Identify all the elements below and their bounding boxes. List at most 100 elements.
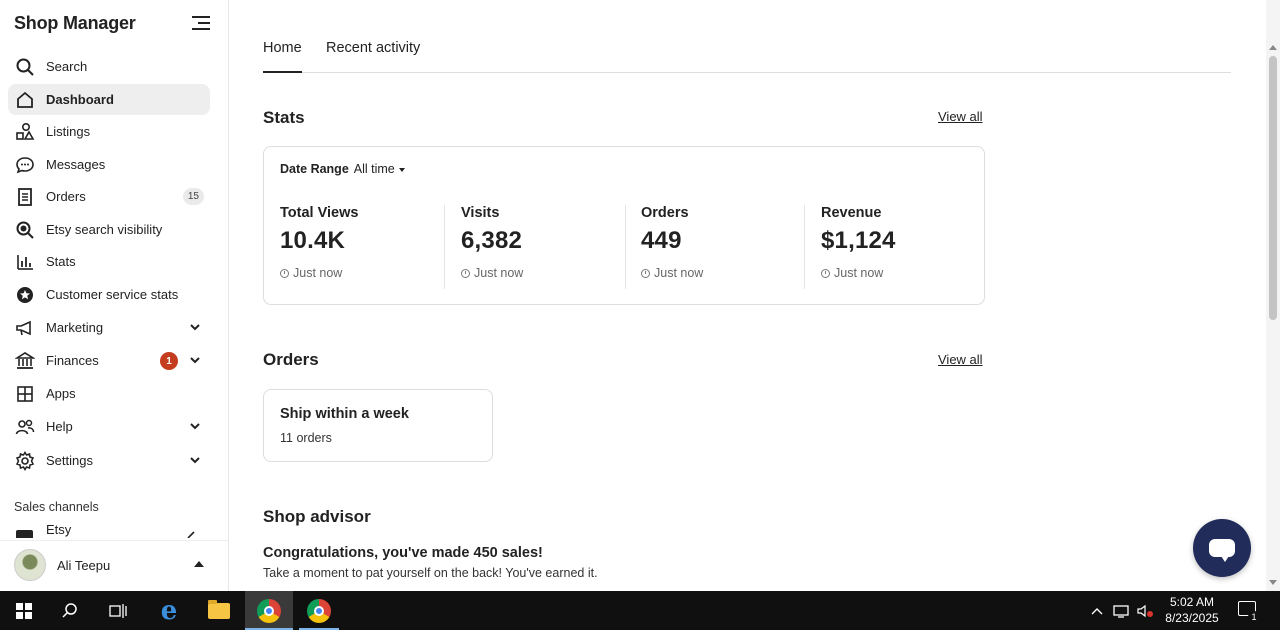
taskbar-edge[interactable]: e — [145, 591, 193, 630]
people-icon — [15, 417, 35, 437]
metric-value: 6,382 — [461, 227, 523, 254]
metric-value: $1,124 — [821, 227, 896, 254]
stats-heading: Stats — [263, 108, 305, 127]
sidebar-item-stats[interactable]: Stats — [8, 246, 210, 277]
tab-recent-activity[interactable]: Recent activity — [326, 40, 420, 73]
taskbar: e 5:02 AM 8/23/2025 1 — [0, 591, 1280, 630]
sidebar-item-search[interactable]: Search — [8, 51, 210, 82]
sidebar-item-apps[interactable]: Apps — [8, 378, 210, 409]
sidebar-item-customer-service-stats[interactable]: Customer service stats — [8, 279, 210, 310]
user-menu[interactable]: Ali Teepu — [0, 540, 228, 588]
sales-channels-heading: Sales channels — [14, 500, 99, 514]
chevron-down-icon[interactable] — [189, 420, 201, 432]
scroll-down-arrow-icon[interactable] — [1269, 580, 1277, 585]
main-content: Home Recent activity Stats View all Date… — [229, 0, 1266, 591]
clock-icon — [641, 268, 650, 278]
chrome-icon — [307, 598, 331, 623]
avatar — [14, 549, 46, 581]
page-scrollbar[interactable] — [1266, 0, 1280, 591]
taskbar-search-button[interactable] — [46, 591, 94, 630]
metric-orders[interactable]: Orders 449 Just now — [641, 205, 703, 289]
home-icon — [15, 90, 35, 110]
scroll-up-arrow-icon[interactable] — [1269, 45, 1277, 50]
megaphone-icon — [15, 318, 35, 338]
edge-browser-icon: e — [160, 595, 178, 626]
sidebar: Shop Manager Search Dashboard Listings M… — [0, 0, 229, 591]
search-icon — [62, 602, 77, 618]
sidebar-item-search-visibility[interactable]: Etsy search visibility — [8, 214, 210, 245]
start-button[interactable] — [0, 591, 48, 630]
caret-up-icon — [194, 561, 204, 567]
tab-home[interactable]: Home — [263, 40, 302, 73]
volume-muted-icon[interactable] — [1134, 591, 1156, 630]
stats-card: Date Range All time Total Views 10.4K Jus… — [263, 146, 985, 305]
channel-label: Etsy — [46, 522, 72, 537]
sidebar-header: Shop Manager — [14, 13, 214, 35]
divider — [625, 205, 626, 289]
taskbar-chrome-active[interactable] — [245, 591, 293, 630]
bank-icon — [15, 351, 35, 371]
edit-icon[interactable] — [186, 530, 196, 538]
taskbar-chrome-profile[interactable] — [295, 591, 343, 630]
scrollbar-thumb[interactable] — [1269, 56, 1277, 320]
metric-revenue[interactable]: Revenue $1,124 Just now — [821, 205, 896, 289]
sidebar-item-label: Finances — [46, 353, 99, 368]
advisor-headline: Congratulations, you've made 450 sales! — [263, 545, 543, 561]
chrome-icon — [257, 598, 281, 623]
folder-icon — [208, 599, 230, 619]
tray-overflow-icon[interactable] — [1088, 591, 1106, 630]
metric-updated: Just now — [821, 266, 896, 280]
clock-icon — [280, 268, 289, 278]
chevron-down-icon[interactable] — [189, 354, 201, 366]
card-title: Ship within a week — [280, 406, 409, 422]
chevron-down-icon[interactable] — [189, 321, 201, 333]
shapes-icon — [15, 122, 35, 142]
metric-updated: Just now — [280, 266, 358, 280]
system-clock[interactable]: 5:02 AM 8/23/2025 — [1155, 594, 1229, 626]
sidebar-item-orders[interactable]: Orders 15 — [8, 181, 210, 212]
sidebar-item-finances[interactable]: Finances 1 — [8, 345, 210, 376]
divider — [444, 205, 445, 289]
user-name: Ali Teepu — [57, 558, 111, 573]
sales-channel-etsy[interactable]: Etsy — [14, 520, 210, 538]
gear-icon — [15, 450, 35, 471]
chat-button[interactable] — [1193, 519, 1251, 577]
star-badge-icon — [15, 285, 35, 305]
sidebar-item-help[interactable]: Help — [8, 411, 210, 442]
chevron-down-icon[interactable] — [189, 454, 201, 466]
taskbar-file-explorer[interactable] — [195, 591, 243, 630]
magnifier-icon — [15, 220, 35, 240]
date-range-selector[interactable]: Date Range All time — [280, 162, 405, 176]
metric-visits[interactable]: Visits 6,382 Just now — [461, 205, 523, 289]
sidebar-item-listings[interactable]: Listings — [8, 116, 210, 147]
metric-value: 10.4K — [280, 227, 346, 254]
sidebar-item-settings[interactable]: Settings — [8, 445, 210, 476]
shop-advisor-heading: Shop advisor — [263, 507, 371, 526]
metric-total-views[interactable]: Total Views 10.4K Just now — [280, 205, 358, 289]
orders-view-all-link[interactable]: View all — [938, 352, 983, 367]
task-view-button[interactable] — [94, 591, 142, 630]
clock-icon — [461, 268, 470, 278]
divider — [804, 205, 805, 289]
app-title: Shop Manager — [14, 13, 136, 33]
metric-label: Revenue — [821, 205, 882, 221]
metric-label: Total Views — [280, 205, 359, 221]
sidebar-item-dashboard[interactable]: Dashboard — [8, 84, 210, 115]
sidebar-item-label: Dashboard — [46, 92, 114, 107]
orders-heading: Orders — [263, 350, 319, 369]
sidebar-item-marketing[interactable]: Marketing — [8, 312, 210, 343]
task-view-icon — [109, 603, 127, 618]
sidebar-item-label: Settings — [46, 453, 93, 468]
ship-within-week-card[interactable]: Ship within a week 11 orders — [263, 389, 493, 462]
sidebar-item-label: Marketing — [46, 320, 104, 335]
metric-label: Visits — [461, 205, 500, 221]
network-icon[interactable] — [1111, 591, 1133, 630]
finances-alert-badge: 1 — [160, 352, 178, 370]
menu-toggle-icon[interactable] — [192, 16, 210, 30]
search-icon — [15, 57, 35, 77]
grid-icon — [15, 384, 35, 404]
sidebar-item-label: Help — [46, 419, 73, 434]
stats-view-all-link[interactable]: View all — [938, 109, 983, 124]
advisor-subtext: Take a moment to pat yourself on the bac… — [263, 566, 598, 580]
sidebar-item-messages[interactable]: Messages — [8, 149, 210, 180]
